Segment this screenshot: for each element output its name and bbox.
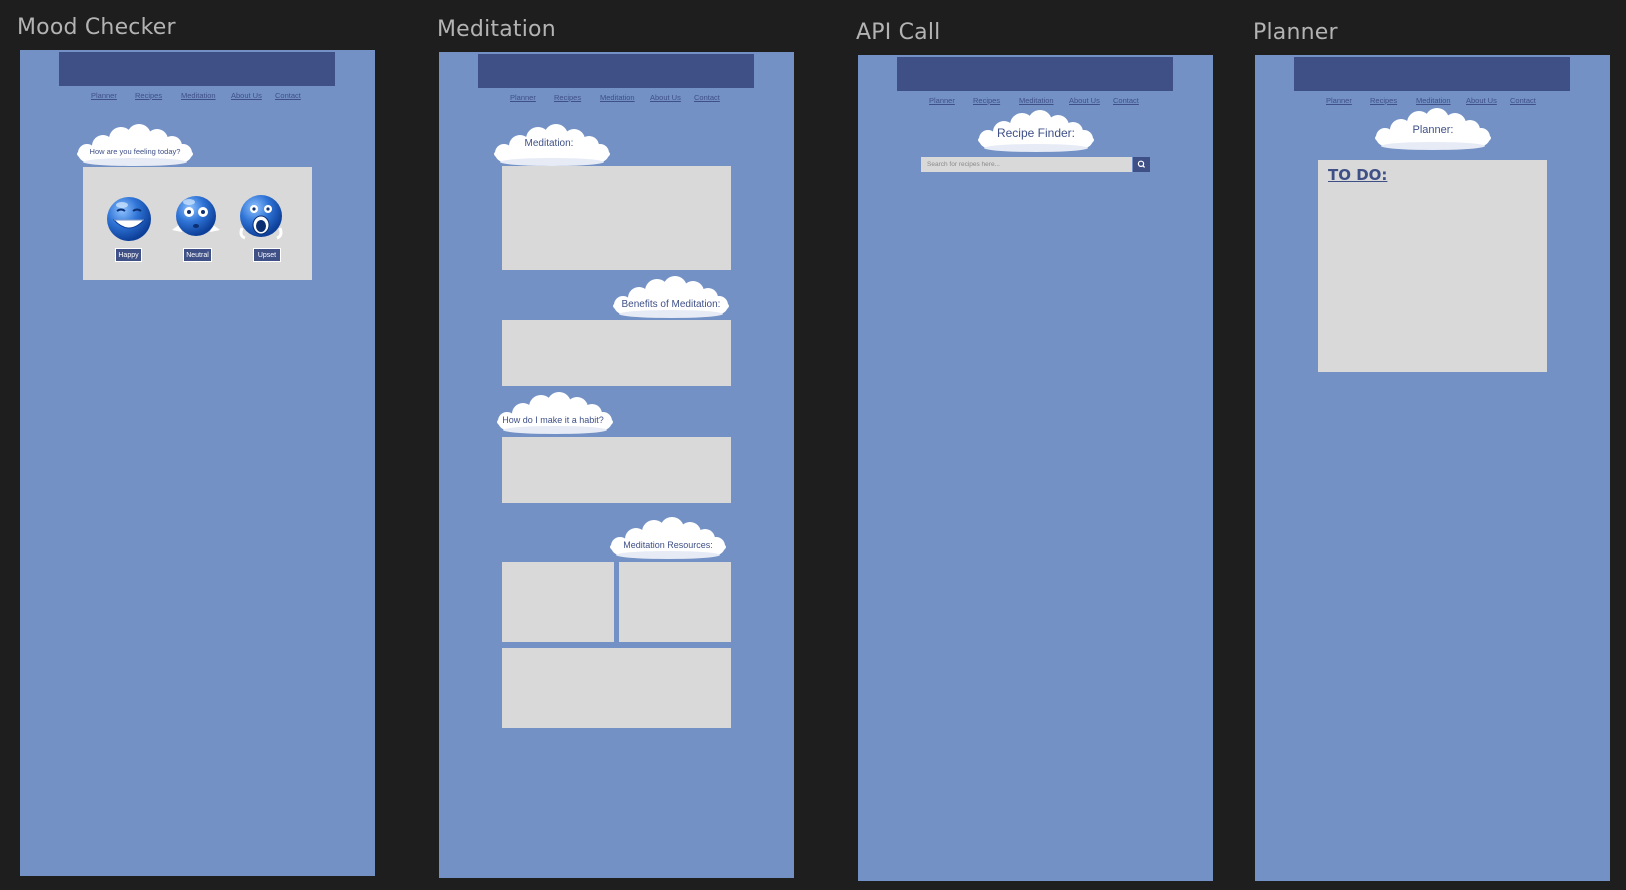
search-button[interactable] <box>1133 157 1150 172</box>
nav-link-about-us[interactable]: About Us <box>1466 96 1497 105</box>
nav-link-planner[interactable]: Planner <box>91 91 117 100</box>
header-bar <box>1294 57 1570 91</box>
mood-button-neutral[interactable]: Neutral <box>183 248 212 262</box>
cloud-icon <box>610 517 726 559</box>
nav-link-recipes[interactable]: Recipes <box>1370 96 1397 105</box>
nav-link-contact[interactable]: Contact <box>275 91 301 100</box>
nav-link-contact[interactable]: Contact <box>1510 96 1536 105</box>
nav-link-contact[interactable]: Contact <box>1113 96 1139 105</box>
frame-title-planner: Planner <box>1253 20 1338 45</box>
grinning-face-icon[interactable] <box>104 194 154 244</box>
cloud-banner: Recipe Finder: <box>974 110 1098 154</box>
meditation-heading: Meditation: <box>524 138 574 149</box>
nav-link-about-us[interactable]: About Us <box>650 93 681 102</box>
nav-link-planner[interactable]: Planner <box>929 96 955 105</box>
search-icon <box>1137 160 1146 168</box>
header-bar <box>59 52 335 86</box>
planner-heading: Planner: <box>1412 124 1454 136</box>
habit-heading: How do I make it a habit? <box>502 415 604 425</box>
cloud-icon <box>77 124 193 166</box>
frame-title-meditation: Meditation <box>437 17 556 42</box>
todo-panel[interactable]: TO DO: <box>1318 160 1547 372</box>
shrugging-face-icon[interactable] <box>167 192 225 242</box>
resource-card-3[interactable] <box>502 648 731 728</box>
frame-title-api-call: API Call <box>856 20 941 45</box>
screaming-face-icon[interactable] <box>236 192 286 242</box>
recipe-search-input[interactable] <box>921 157 1132 172</box>
nav-bar: Planner Recipes Meditation About Us Cont… <box>20 91 375 103</box>
cloud-banner: Meditation Resources: <box>606 517 730 561</box>
resources-heading: Meditation Resources: <box>623 540 713 550</box>
nav-bar: Planner Recipes Meditation About Us Cont… <box>439 93 794 105</box>
benefits-heading: Benefits of Meditation: <box>621 299 721 310</box>
nav-link-about-us[interactable]: About Us <box>231 91 262 100</box>
nav-link-meditation[interactable]: Meditation <box>1416 96 1451 105</box>
cloud-banner: How do I make it a habit? <box>493 392 617 436</box>
meditation-frame: Planner Recipes Meditation About Us Cont… <box>439 52 794 878</box>
nav-link-planner[interactable]: Planner <box>1326 96 1352 105</box>
resource-card-1[interactable] <box>502 562 614 642</box>
cloud-icon <box>497 392 613 434</box>
meditation-content-box <box>502 166 731 270</box>
resource-card-2[interactable] <box>619 562 731 642</box>
benefits-content-box <box>502 320 731 386</box>
nav-link-recipes[interactable]: Recipes <box>554 93 581 102</box>
nav-link-planner[interactable]: Planner <box>510 93 536 102</box>
planner-frame: Planner Recipes Meditation About Us Cont… <box>1255 55 1610 881</box>
header-bar <box>478 54 754 88</box>
nav-link-meditation[interactable]: Meditation <box>1019 96 1054 105</box>
frame-title-mood-checker: Mood Checker <box>17 15 176 40</box>
header-bar <box>897 57 1173 91</box>
mood-panel: Happy Neutral Upset <box>83 167 312 280</box>
cloud-banner: Meditation: <box>490 124 614 168</box>
cloud-banner: How are you feeling today? <box>73 124 197 168</box>
mood-button-upset[interactable]: Upset <box>253 248 281 262</box>
cloud-banner: Benefits of Meditation: <box>609 276 733 320</box>
api-call-frame: Planner Recipes Meditation About Us Cont… <box>858 55 1213 881</box>
mood-question-label: How are you feeling today? <box>89 147 181 156</box>
cloud-icon <box>613 276 729 318</box>
habit-content-box <box>502 437 731 503</box>
nav-bar: Planner Recipes Meditation About Us Cont… <box>1255 96 1610 108</box>
recipe-finder-heading: Recipe Finder: <box>996 126 1076 140</box>
mood-checker-frame: Planner Recipes Meditation About Us Cont… <box>20 50 375 876</box>
nav-link-meditation[interactable]: Meditation <box>600 93 635 102</box>
nav-link-recipes[interactable]: Recipes <box>135 91 162 100</box>
nav-bar: Planner Recipes Meditation About Us Cont… <box>858 96 1213 108</box>
nav-link-meditation[interactable]: Meditation <box>181 91 216 100</box>
todo-title: TO DO: <box>1328 166 1388 184</box>
nav-link-contact[interactable]: Contact <box>694 93 720 102</box>
mood-button-happy[interactable]: Happy <box>115 248 142 262</box>
nav-link-about-us[interactable]: About Us <box>1069 96 1100 105</box>
cloud-banner: Planner: <box>1371 108 1495 152</box>
nav-link-recipes[interactable]: Recipes <box>973 96 1000 105</box>
